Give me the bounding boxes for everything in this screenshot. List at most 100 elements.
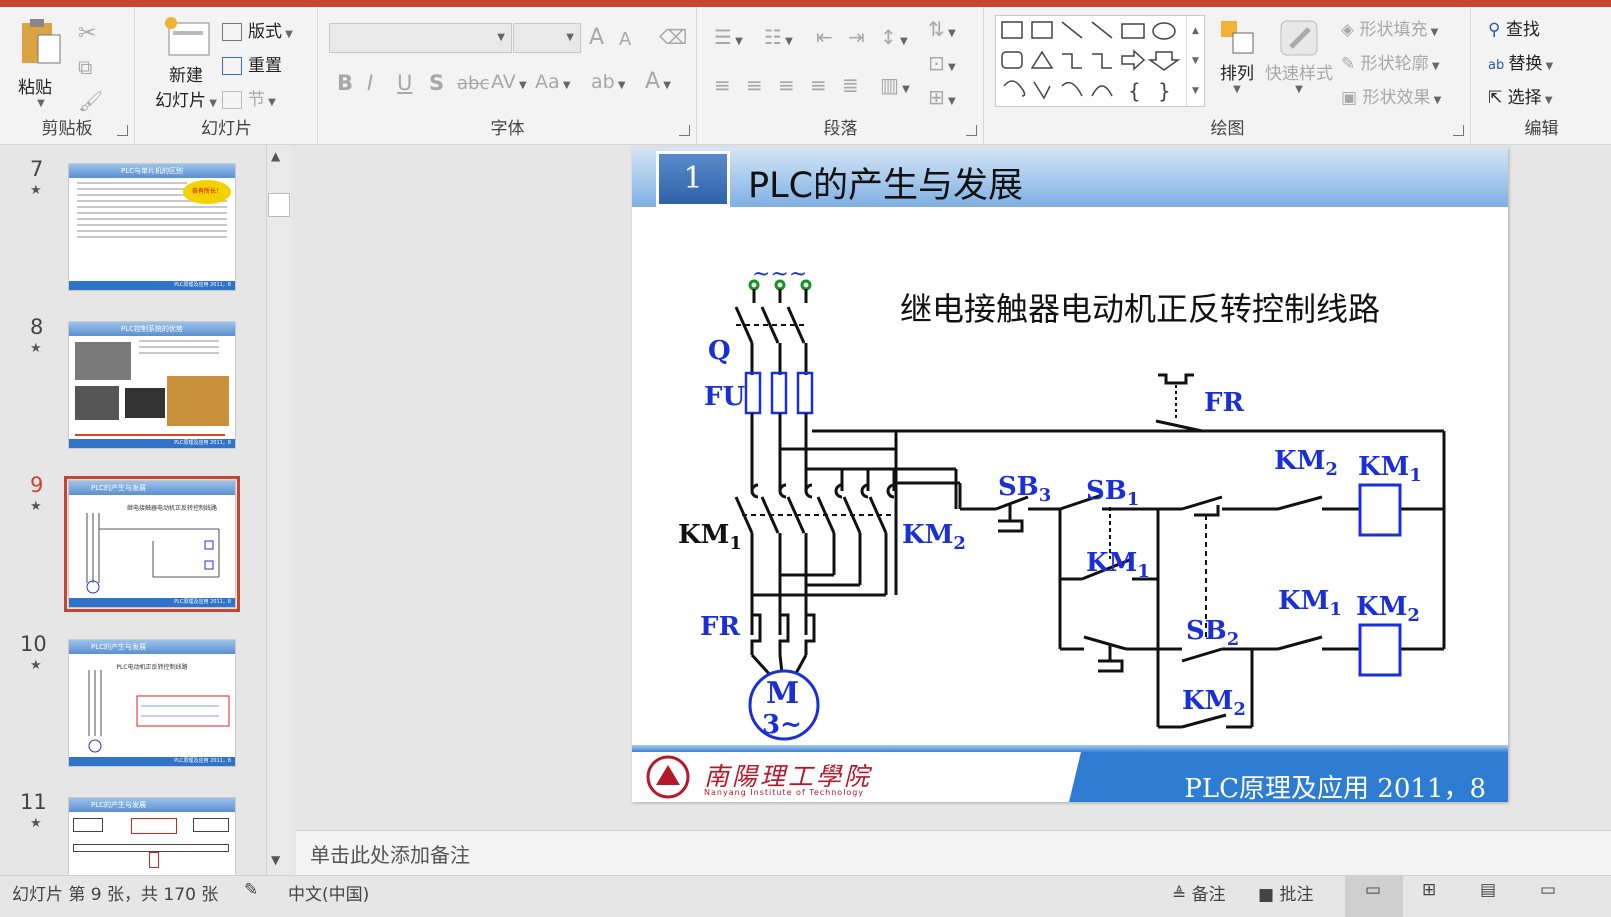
- scroll-down-icon[interactable]: ▼: [271, 853, 280, 867]
- editing-label: 编辑: [1524, 119, 1559, 139]
- language[interactable]: 中文(中国): [288, 880, 369, 905]
- underline-icon[interactable]: U: [397, 71, 412, 95]
- line-spacing-icon[interactable]: ↕ ▼: [880, 25, 908, 49]
- reading-view-button[interactable]: ▤: [1480, 880, 1496, 900]
- copy-icon[interactable]: ⧉: [78, 55, 92, 79]
- dialog-launcher-icon[interactable]: [117, 125, 128, 136]
- smartart-icon[interactable]: ⊞ ▼: [928, 85, 956, 109]
- cursor-icon: ⇱: [1488, 88, 1508, 108]
- slide-thumbnail-9-selected[interactable]: PLC的产生与发展 继电接触器电动机正反转控制线路 PLC原理及应用 2011，…: [64, 476, 240, 612]
- svg-text:KM2: KM2: [1356, 592, 1420, 626]
- shapes-gallery-icon: {}: [1001, 21, 1181, 103]
- thumb-number: 11: [20, 790, 47, 814]
- slideshow-button[interactable]: ▭: [1540, 880, 1556, 900]
- chevron-down-icon: ▼: [37, 98, 45, 109]
- animation-star-icon: ★: [30, 183, 42, 198]
- slide-thumbnail-panel: 7 ★ PLC与单片机的区别 各有所长！ PLC原理及应用 2011，8 8 ★…: [0, 145, 296, 893]
- font-name-combo[interactable]: ▼: [329, 23, 512, 53]
- paste-button[interactable]: 粘贴 ▼: [18, 17, 68, 117]
- select-button[interactable]: ⇱ 选择 ▼: [1488, 83, 1553, 108]
- notes-toggle[interactable]: ≜ 备注: [1172, 880, 1226, 905]
- highlight-icon[interactable]: ab ▼: [591, 71, 626, 93]
- circuit-diagram[interactable]: 继电接触器电动机正反转控制线路 ~~~ M 3~ Q FU FR FR KM2 …: [632, 215, 1508, 745]
- font-size-combo[interactable]: ▼: [513, 23, 581, 53]
- replace-button[interactable]: ab 替换 ▼: [1488, 49, 1553, 74]
- distributed-icon[interactable]: ≣: [842, 73, 859, 97]
- clear-format-icon[interactable]: ⌫: [659, 25, 687, 49]
- shrink-font-icon[interactable]: A: [619, 29, 631, 50]
- slide-thumbnail-8[interactable]: PLC控制系统的优势 PLC原理及应用 2011，8: [68, 321, 236, 449]
- svg-text:FU: FU: [704, 382, 745, 412]
- change-case-icon[interactable]: Aa ▼: [535, 71, 571, 93]
- font-label: 字体: [490, 119, 525, 139]
- format-painter-icon[interactable]: 🖌: [78, 89, 103, 113]
- justify-icon[interactable]: ≡: [810, 73, 827, 97]
- columns-icon[interactable]: ▥ ▼: [880, 73, 910, 97]
- align-center-icon[interactable]: ≡: [746, 73, 763, 97]
- scroll-thumb[interactable]: [268, 193, 290, 217]
- dialog-launcher-icon[interactable]: [966, 125, 977, 136]
- shadow-icon[interactable]: S: [429, 71, 444, 95]
- slide-thumbnail-11[interactable]: PLC的产生与发展: [68, 797, 236, 877]
- arrange-button[interactable]: 排列 ▼: [1207, 17, 1267, 95]
- slide-count: 幻灯片 第 9 张，共 170 张: [12, 885, 219, 905]
- shape-effects-button[interactable]: ▣ 形状效果 ▼: [1341, 83, 1441, 108]
- normal-view-button[interactable]: ▭: [1345, 876, 1403, 917]
- pen-icon: ✎: [1341, 54, 1361, 74]
- section-icon: [222, 91, 242, 109]
- text-direction-icon[interactable]: ⇅ ▼: [928, 17, 956, 41]
- scroll-up-icon[interactable]: ▲: [271, 149, 280, 163]
- section-button[interactable]: 节 ▼: [222, 85, 276, 110]
- clipboard-group: 粘贴 ▼ ✂ ⧉ 🖌 剪贴板: [0, 7, 135, 145]
- gallery-scroll[interactable]: ▲ ▼ ▼: [1186, 16, 1204, 106]
- align-left-icon[interactable]: ≡: [714, 73, 731, 97]
- decrease-indent-icon[interactable]: ⇤: [816, 25, 833, 49]
- paragraph-group: ☰ ▼ ☷ ▼ ⇤ ⇥ ↕ ▼ ⇅ ▼ ⊡ ▼ ⊞ ▼ ≡ ≡ ≡ ≡ ≣ ▥ …: [698, 7, 984, 145]
- slide-title-bar: 1 PLC的产生与发展: [632, 147, 1508, 211]
- bold-icon[interactable]: B: [337, 71, 353, 95]
- shapes-gallery[interactable]: {} ▲ ▼ ▼: [995, 15, 1205, 107]
- grow-font-icon[interactable]: A: [589, 25, 604, 50]
- dialog-launcher-icon[interactable]: [1453, 125, 1464, 136]
- svg-text:KM2: KM2: [1182, 686, 1246, 720]
- footer-course: PLC原理及应用 2011，8: [1184, 774, 1486, 804]
- increase-indent-icon[interactable]: ⇥: [848, 25, 865, 49]
- layout-button[interactable]: 版式 ▼: [222, 17, 293, 42]
- slide-thumbnail-10[interactable]: PLC的产生与发展 PLC电动机正反转控制线路 PLC原理及应用 2011，8: [68, 639, 236, 767]
- animation-star-icon: ★: [30, 341, 42, 356]
- dialog-launcher-icon[interactable]: [679, 125, 690, 136]
- strikethrough-icon[interactable]: abc: [457, 73, 489, 94]
- reset-button[interactable]: 重置: [222, 51, 282, 76]
- shape-fill-button[interactable]: ◈ 形状填充 ▼: [1341, 15, 1438, 40]
- replace-icon: ab: [1488, 58, 1509, 73]
- font-color-icon[interactable]: A ▼: [645, 69, 671, 94]
- shape-outline-button[interactable]: ✎ 形状轮廓 ▼: [1341, 49, 1440, 74]
- slide-thumbnail-7[interactable]: PLC与单片机的区别 各有所长！ PLC原理及应用 2011，8: [68, 163, 236, 291]
- notes-pane[interactable]: 单击此处添加备注: [296, 830, 1611, 875]
- char-spacing-icon[interactable]: AV ▼: [491, 71, 527, 93]
- slide-canvas[interactable]: 1 PLC的产生与发展 继电接触器电动机正反转控制线路 ~~~ M 3~ Q F…: [632, 147, 1524, 804]
- comments-toggle[interactable]: ■ 批注: [1258, 880, 1313, 905]
- effects-icon: ▣: [1341, 88, 1363, 108]
- thumb-diagram-icon: [88, 670, 230, 753]
- power-lines: [734, 279, 812, 375]
- quick-styles-button[interactable]: 快速样式 ▼: [1259, 17, 1339, 95]
- slide-title[interactable]: PLC的产生与发展: [748, 157, 1023, 208]
- slide-sorter-button[interactable]: ⊞: [1422, 880, 1436, 900]
- school-emblem-icon: [646, 755, 690, 799]
- title-bar-accent: [0, 0, 1611, 7]
- km1-main-label: KM1: [678, 520, 742, 554]
- reset-icon: [222, 57, 242, 75]
- align-text-icon[interactable]: ⊡ ▼: [928, 51, 956, 75]
- notes-placeholder[interactable]: 单击此处添加备注: [310, 839, 470, 868]
- find-button[interactable]: ⚲ 查找: [1488, 15, 1540, 40]
- bullets-icon[interactable]: ☰ ▼: [714, 25, 743, 49]
- new-slide-button[interactable]: 新建 幻灯片 ▼: [146, 15, 226, 111]
- cut-icon[interactable]: ✂: [78, 21, 96, 46]
- thumbnail-scrollbar[interactable]: ▲ ▼: [266, 145, 292, 875]
- spellcheck-icon[interactable]: ✎: [244, 880, 258, 900]
- italic-icon[interactable]: I: [367, 71, 373, 95]
- align-right-icon[interactable]: ≡: [778, 73, 795, 97]
- numbering-icon[interactable]: ☷ ▼: [764, 25, 793, 49]
- paste-icon: [22, 19, 61, 64]
